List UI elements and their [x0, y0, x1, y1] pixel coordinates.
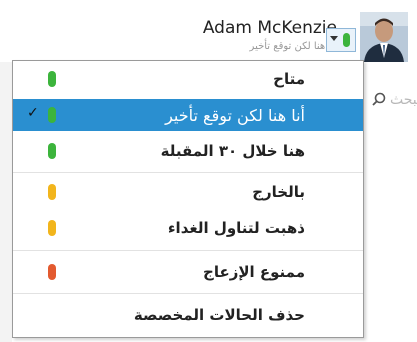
- menu-item-out-to-lunch[interactable]: ذهبت لتناول الغداء: [13, 212, 363, 244]
- status-menu: متاح ✓ أنا هنا لكن توقع تأخير هنا خلال ٣…: [12, 60, 364, 338]
- status-away-icon: [48, 220, 56, 236]
- menu-divider: [13, 293, 363, 294]
- status-dnd-icon: [48, 264, 56, 280]
- menu-item-delete-custom-statuses[interactable]: حذف الحالات المخصصة: [13, 299, 363, 331]
- menu-divider: [13, 172, 363, 173]
- menu-item-here-in-30[interactable]: هنا خلال ٣٠ المقبلة: [13, 135, 363, 167]
- status-available-icon: [48, 143, 56, 159]
- menu-divider: [13, 250, 363, 251]
- menu-item-label: ممنوع الإزعاج: [203, 263, 305, 281]
- menu-item-label: هنا خلال ٣٠ المقبلة: [160, 142, 305, 160]
- user-photo-icon: [360, 12, 408, 62]
- search-icon: [372, 92, 386, 106]
- status-away-icon: [48, 184, 56, 200]
- search-placeholder: البحث: [390, 92, 417, 108]
- menu-item-label: أنا هنا لكن توقع تأخير: [165, 106, 305, 125]
- menu-item-label: حذف الحالات المخصصة: [133, 306, 305, 324]
- status-available-icon: [48, 107, 56, 123]
- menu-item-available[interactable]: متاح: [13, 63, 363, 95]
- menu-item-here-but-delayed[interactable]: ✓ أنا هنا لكن توقع تأخير: [13, 99, 363, 131]
- avatar[interactable]: [360, 12, 408, 62]
- menu-item-label: بالخارج: [252, 183, 305, 201]
- status-dropdown-button[interactable]: [326, 28, 356, 52]
- search-box[interactable]: البحث: [370, 88, 417, 118]
- chevron-down-icon: [330, 36, 338, 41]
- menu-item-away[interactable]: بالخارج: [13, 176, 363, 208]
- user-status-note[interactable]: أنا هنا لكن توقع تأخير: [250, 41, 337, 52]
- menu-item-label: ذهبت لتناول الغداء: [167, 219, 305, 237]
- menu-item-do-not-disturb[interactable]: ممنوع الإزعاج: [13, 256, 363, 288]
- check-icon: ✓: [27, 105, 39, 121]
- background-panel: [0, 62, 12, 342]
- header-bar: Adam McKenzie أنا هنا لكن توقع تأخير: [0, 0, 417, 62]
- menu-item-label: متاح: [273, 70, 305, 88]
- status-indicator-icon: [343, 33, 350, 47]
- status-available-icon: [48, 71, 56, 87]
- user-name: Adam McKenzie: [202, 18, 337, 38]
